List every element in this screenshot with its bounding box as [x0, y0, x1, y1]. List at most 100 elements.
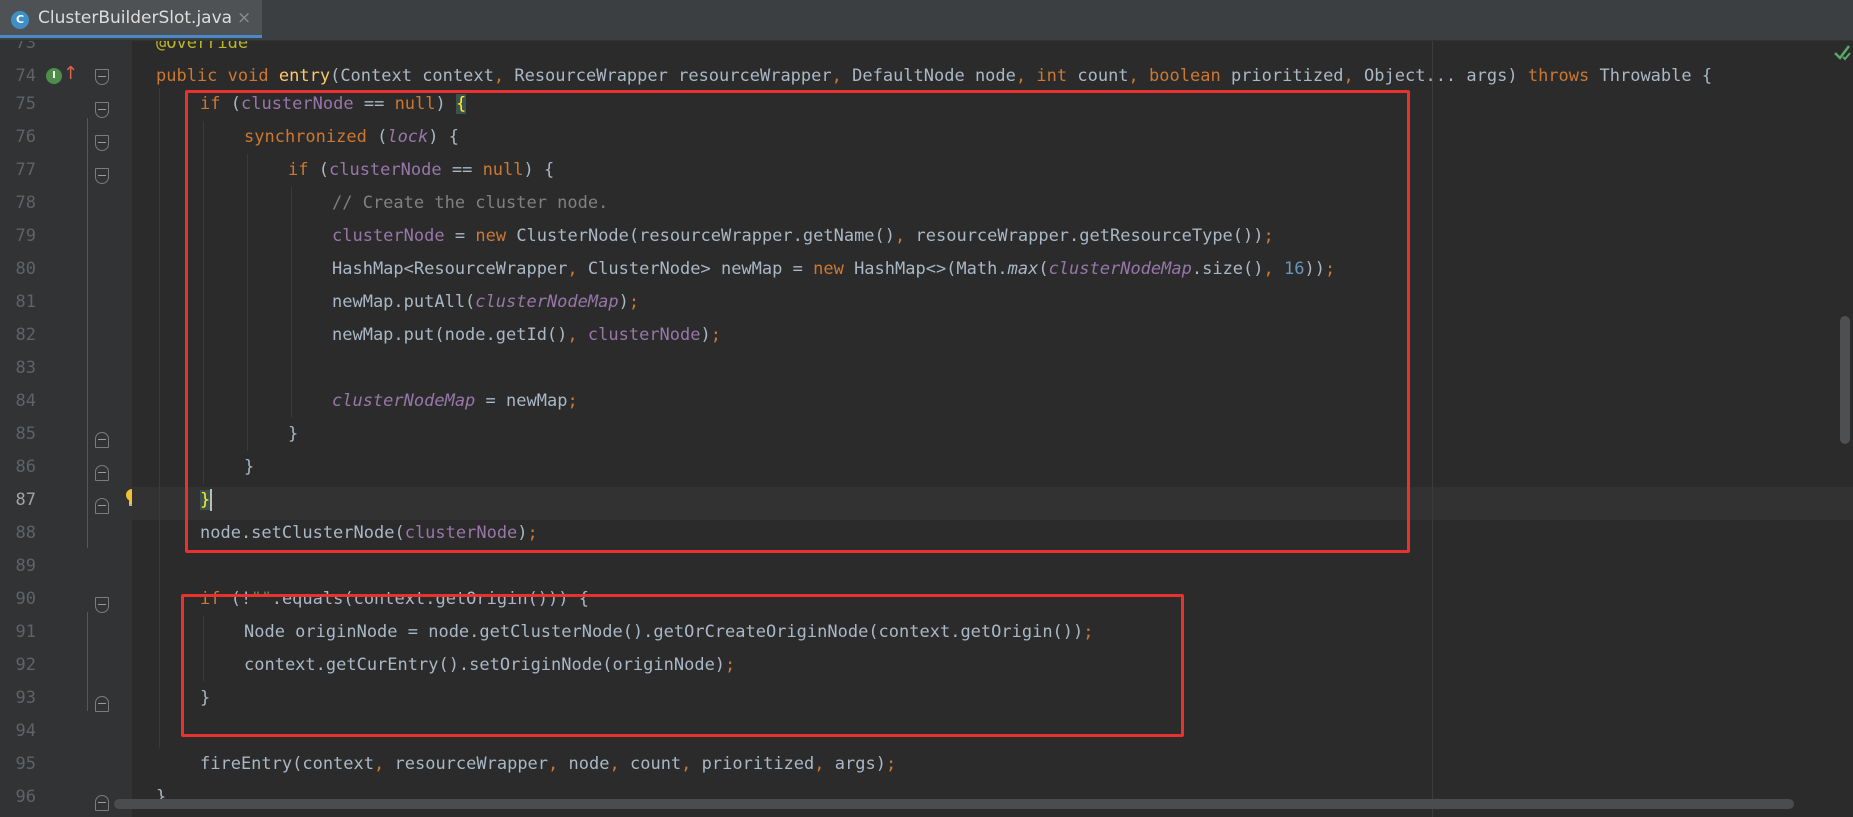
static-field: clusterNodeMap	[1048, 259, 1192, 279]
fold-marker-close[interactable]	[95, 498, 109, 514]
code-line-78: // Create the cluster node.	[332, 187, 608, 220]
code-text: context.getCurEntry().setOriginNode(orig…	[244, 655, 726, 675]
code-text: newMap.put(node.getId()	[332, 325, 568, 345]
keyword: public	[156, 66, 218, 86]
punctuation: ;	[527, 523, 538, 543]
punctuation: )	[435, 94, 446, 114]
punctuation: }	[244, 457, 255, 477]
code-line-75: if (clusterNode == null) {	[200, 88, 467, 121]
keyword: new	[475, 226, 507, 246]
keyword: synchronized	[244, 127, 367, 147]
comment: // Create the cluster node.	[332, 193, 609, 213]
code-line-84: clusterNodeMap = newMap;	[332, 385, 578, 418]
go-to-super-method-icon[interactable]: ↑	[63, 63, 78, 85]
fold-guide-line	[87, 118, 88, 548]
punctuation: ,	[1343, 66, 1354, 86]
vertical-scrollbar-thumb[interactable]	[1840, 316, 1850, 444]
fold-marker-close[interactable]	[95, 432, 109, 448]
inspection-ok-check-icon[interactable]	[1832, 42, 1852, 62]
code-text: HashMap<>(Math.	[854, 259, 1008, 279]
code-text: newMap.putAll(	[332, 292, 476, 312]
punctuation: ,	[1015, 66, 1027, 86]
code-text: .equals(context.getOrigin())) {	[271, 589, 589, 609]
operator: ==	[451, 160, 473, 180]
code-line-81: newMap.putAll(clusterNodeMap);	[332, 286, 639, 319]
punctuation: ,	[1128, 66, 1139, 86]
static-method: max	[1007, 259, 1039, 279]
parameter: DefaultNode node	[852, 66, 1016, 86]
punctuation: )	[700, 325, 711, 345]
line-number: 90	[15, 589, 36, 609]
operator: =	[454, 226, 466, 246]
editor-tab-bar: C ClusterBuilderSlot.java ×	[0, 0, 1853, 41]
code-line-77: if (clusterNode == null) {	[288, 154, 554, 187]
code-line-82: newMap.put(node.getId(), clusterNode);	[332, 319, 721, 352]
line-number: 91	[15, 622, 36, 642]
punctuation: ;	[1324, 259, 1336, 279]
indent-guide	[247, 154, 248, 451]
keyword: null	[394, 94, 436, 114]
punctuation: }	[200, 688, 211, 708]
fold-marker-open[interactable]	[95, 69, 109, 85]
keyword: if	[200, 589, 221, 609]
code-line-91: Node originNode = node.getClusterNode().…	[244, 616, 1094, 649]
code-line-76: synchronized (lock) {	[244, 121, 459, 154]
parameter: Context context	[340, 66, 494, 86]
fold-marker-open[interactable]	[95, 597, 109, 613]
line-number: 77	[15, 160, 36, 180]
implements-method-icon[interactable]: I	[46, 68, 62, 84]
punctuation: ;	[567, 391, 578, 411]
line-number: 73	[15, 41, 36, 53]
line-number: 76	[15, 127, 36, 147]
fold-marker-close[interactable]	[95, 465, 109, 481]
number-literal: 16	[1284, 259, 1305, 279]
line-number-current: 87	[15, 490, 36, 510]
code-text: args)	[834, 754, 886, 774]
code-text: resourceWrapper	[394, 754, 549, 774]
punctuation: )	[517, 523, 528, 543]
horizontal-scrollbar-thumb[interactable]	[114, 799, 1794, 809]
code-text: .size()	[1191, 259, 1264, 279]
editor-gutter: 73 74 75 76 77 78 79 80 81 82 83 84 85 8…	[0, 41, 132, 817]
fold-marker-open[interactable]	[95, 102, 109, 118]
code-line-85: }	[288, 418, 298, 451]
line-number: 80	[15, 259, 36, 279]
code-line-93: }	[200, 682, 210, 715]
current-line-highlight	[132, 487, 1853, 520]
fold-marker-open[interactable]	[95, 168, 109, 184]
matched-brace: {	[456, 94, 467, 114]
punctuation: ,	[374, 754, 385, 774]
punctuation: ,	[567, 325, 578, 345]
code-line-90: if (!"".equals(context.getOrigin())) {	[200, 583, 589, 616]
line-number: 79	[15, 226, 36, 246]
code-editor[interactable]: @Override public void entry(Context cont…	[132, 41, 1853, 817]
fold-marker-close[interactable]	[95, 696, 109, 712]
punctuation: ,	[681, 754, 692, 774]
code-text: ClusterNode> newMap =	[587, 259, 803, 279]
code-text: HashMap<ResourceWrapper	[332, 259, 568, 279]
punctuation: ,	[831, 66, 842, 86]
punctuation: }	[288, 424, 299, 444]
punctuation: ;	[725, 655, 736, 675]
right-margin-guide	[1432, 41, 1433, 817]
field: clusterNode	[332, 226, 445, 246]
code-line-80: HashMap<ResourceWrapper, ClusterNode> ne…	[332, 253, 1335, 286]
tab-cluster-builder-slot[interactable]: C ClusterBuilderSlot.java ×	[0, 0, 262, 38]
matched-brace: }	[200, 490, 211, 510]
line-number: 84	[15, 391, 36, 411]
fold-marker-open[interactable]	[95, 135, 109, 151]
parameter: prioritized	[1230, 66, 1344, 86]
operator: ==	[363, 94, 385, 114]
parameter: ResourceWrapper resourceWrapper	[514, 66, 832, 86]
static-field: clusterNodeMap	[332, 391, 476, 411]
keyword: if	[288, 160, 309, 180]
field: clusterNode	[240, 94, 354, 114]
line-number: 94	[15, 721, 36, 741]
indent-guide	[203, 121, 204, 484]
close-icon[interactable]: ×	[237, 8, 251, 28]
punctuation: ,	[895, 226, 906, 246]
code-text: Node originNode = node.getClusterNode().…	[244, 622, 1084, 642]
keyword: if	[200, 94, 221, 114]
line-number: 89	[15, 556, 36, 576]
fold-marker-close[interactable]	[95, 795, 109, 811]
